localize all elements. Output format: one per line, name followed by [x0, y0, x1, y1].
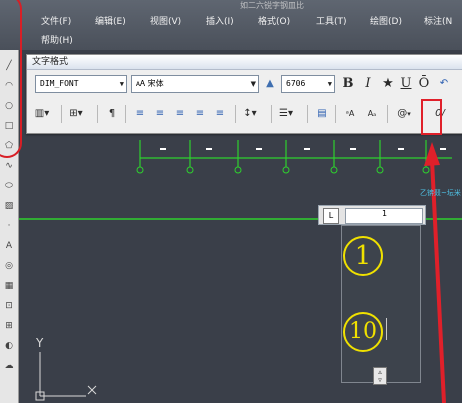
- ruler-indent-marker[interactable]: 1: [382, 209, 387, 218]
- cyan-annotation-text: 乙锛叕~坛米: [420, 189, 461, 197]
- symbol-button[interactable]: @▾: [391, 105, 417, 123]
- mtext-justify-icon[interactable]: ⊞▾: [67, 105, 85, 123]
- region-tool-icon[interactable]: ◎: [2, 260, 16, 272]
- columns-icon[interactable]: ▥▾: [33, 105, 51, 123]
- line-spacing-icon[interactable]: ↕▾: [241, 105, 259, 123]
- separator: [335, 105, 336, 123]
- align-distribute-icon[interactable]: ≡: [211, 105, 229, 123]
- chevron-down-icon: ▾: [407, 110, 411, 118]
- text-style-combo[interactable]: DIM_FONT ▼: [35, 75, 127, 93]
- italic-button[interactable]: I: [359, 75, 377, 93]
- insert-field-icon[interactable]: ▤: [313, 105, 331, 123]
- chevron-down-icon: ▼: [119, 80, 124, 88]
- menu-draw[interactable]: 绘图(D): [370, 14, 402, 27]
- toolbar-row-2: ▥▾ ⊞▾ ¶ ≡ ≡ ≡ ≡ ≡ ↕▾ ☰▾ ▤ ᵃA Aₐ @▾ 0/: [31, 102, 461, 126]
- align-justify-icon[interactable]: ≡: [191, 105, 209, 123]
- menu-bar: 如二六锐字钢皿比 文件(F) 编辑(E) 视图(V) 插入(I) 格式(O) 工…: [0, 0, 462, 50]
- chevron-down-icon: ▼: [250, 80, 256, 88]
- spline-tool-icon[interactable]: ∿: [2, 160, 16, 172]
- dimension-ticks: [160, 148, 446, 150]
- menu-format[interactable]: 格式(O): [258, 14, 290, 27]
- separator: [387, 105, 388, 123]
- ucs-icon: [35, 352, 97, 401]
- menu-insert[interactable]: 插入(I): [206, 14, 234, 27]
- menu-file[interactable]: 文件(F): [41, 14, 71, 27]
- bold-button[interactable]: B: [339, 75, 357, 93]
- circled-number-10: 10: [343, 312, 383, 352]
- separator: [307, 105, 308, 123]
- align-center-icon[interactable]: ≡: [151, 105, 169, 123]
- separator: [125, 105, 126, 123]
- separator: [235, 105, 236, 123]
- align-right-icon[interactable]: ≡: [171, 105, 189, 123]
- hatch-tool-icon[interactable]: ▨: [2, 200, 16, 212]
- green-axis-bubbles: [136, 166, 430, 174]
- circled-number-1: 1: [343, 236, 383, 276]
- text-tool-icon[interactable]: A: [2, 240, 16, 252]
- red-arrow-icon: [424, 142, 446, 403]
- window-title: 如二六锐字钢皿比: [240, 1, 304, 10]
- text-height-combo[interactable]: 6706 ▼: [281, 75, 335, 93]
- separator: [61, 105, 62, 123]
- ellipse-tool-icon[interactable]: ⬭: [2, 180, 16, 192]
- menu-view[interactable]: 视图(V): [150, 14, 181, 27]
- red-annotation-curve: [0, 0, 22, 158]
- menu-edit[interactable]: 编辑(E): [95, 14, 126, 27]
- resize-handle-icon[interactable]: ▵ ▿: [373, 367, 387, 385]
- ruler-field[interactable]: 1: [345, 208, 423, 224]
- gradient-tool-icon[interactable]: ◐: [2, 340, 16, 352]
- menu-dimension[interactable]: 标注(N: [424, 14, 452, 27]
- lowercase-icon[interactable]: Aₐ: [363, 105, 381, 123]
- text-cursor: [386, 318, 387, 340]
- align-left-icon[interactable]: ≡: [131, 105, 149, 123]
- undo-button[interactable]: ↶: [435, 75, 453, 93]
- block-tool-icon[interactable]: ⊡: [2, 300, 16, 312]
- toolbar-row-1: DIM_FONT ▼ 🗚 宋体 ▼ ▲ 6706 ▼ B I ★ U Ō ↶: [31, 73, 461, 97]
- annotative-icon[interactable]: ▲: [261, 75, 279, 93]
- mtext-ruler[interactable]: L 1: [318, 205, 426, 225]
- uppercase-icon[interactable]: ᵃA: [341, 105, 359, 123]
- font-combo[interactable]: 🗚 宋体 ▼: [131, 75, 259, 93]
- overline-button[interactable]: Ō: [415, 75, 433, 93]
- text-format-title: 文字格式: [27, 55, 462, 70]
- ucs-y-label: Y: [36, 336, 44, 350]
- highlight-box: [421, 99, 442, 135]
- numbering-icon[interactable]: ☰▾: [277, 105, 295, 123]
- revcloud-tool-icon[interactable]: ☁: [2, 360, 16, 372]
- strike-star-icon[interactable]: ★: [379, 75, 397, 93]
- insert-tool-icon[interactable]: ⊞: [2, 320, 16, 332]
- green-axis-grid: [139, 140, 452, 168]
- table-tool-icon[interactable]: ▦: [2, 280, 16, 292]
- symbol-icon: @: [397, 108, 408, 119]
- underline-button[interactable]: U: [397, 75, 415, 93]
- point-tool-icon[interactable]: ·: [2, 220, 16, 232]
- paragraph-icon[interactable]: ¶: [103, 105, 121, 123]
- truetype-font-icon: 🗚: [136, 79, 146, 88]
- separator: [97, 105, 98, 123]
- menu-tools[interactable]: 工具(T): [316, 14, 347, 27]
- text-format-toolbar: 文字格式 DIM_FONT ▼ 🗚 宋体 ▼ ▲ 6706 ▼ B I ★ U …: [26, 54, 462, 134]
- separator: [271, 105, 272, 123]
- menu-help[interactable]: 帮助(H): [41, 33, 73, 46]
- ruler-tab-icon[interactable]: L: [323, 208, 339, 224]
- chevron-down-icon: ▼: [327, 80, 332, 88]
